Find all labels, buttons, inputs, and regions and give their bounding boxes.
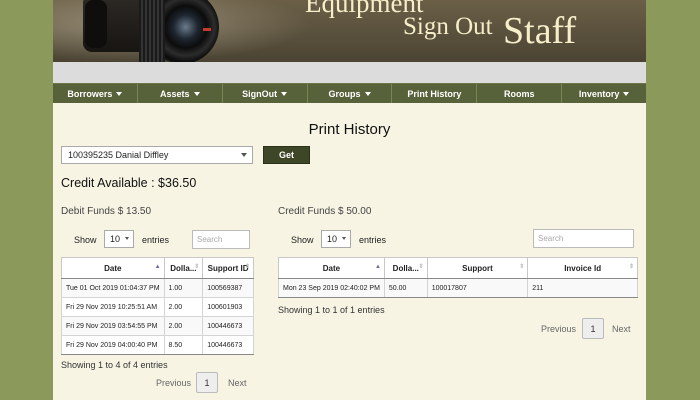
credit-show-label: Show bbox=[291, 235, 314, 245]
table-row: Fri 29 Nov 2019 03:54:55 PM 2.00 1004466… bbox=[61, 316, 254, 336]
sort-asc-icon: ▲ bbox=[154, 264, 161, 270]
nav-inventory[interactable]: Inventory bbox=[562, 84, 646, 103]
chevron-down-icon bbox=[125, 237, 129, 240]
sort-icon: ⇕ bbox=[244, 264, 250, 270]
banner-title-staff: Staff bbox=[503, 10, 577, 52]
credit-table-info: Showing 1 to 1 of 1 entries bbox=[278, 305, 385, 315]
page-title: Print History bbox=[308, 121, 391, 138]
sort-icon: ⇕ bbox=[628, 264, 634, 270]
credit-funds-title: Credit Funds $ 50.00 bbox=[278, 206, 372, 217]
chevron-down-icon bbox=[623, 91, 630, 96]
nav-print-history[interactable]: Print History bbox=[392, 84, 478, 103]
debit-search-input[interactable]: Search bbox=[192, 230, 250, 249]
header-subband bbox=[53, 62, 646, 83]
credit-available: Credit Available : $36.50 bbox=[61, 176, 197, 190]
column-header-date[interactable]: Date ▲ bbox=[278, 257, 385, 279]
sort-icon: ⇕ bbox=[519, 264, 525, 270]
credit-length-select[interactable]: 10 bbox=[321, 230, 351, 248]
sort-icon: ⇕ bbox=[194, 264, 200, 270]
page-container: Equipment Sign Out Staff Borrowers Asset… bbox=[53, 0, 646, 400]
debit-funds-title: Debit Funds $ 13.50 bbox=[61, 206, 152, 217]
debit-table: Date ▲ Dolla... ⇕ Support ID ⇕ Tue 01 Oct 2… bbox=[61, 257, 254, 355]
get-button[interactable]: Get bbox=[263, 146, 310, 164]
borrower-select[interactable]: 100395235 Danial Diffley bbox=[61, 146, 253, 164]
credit-next-button[interactable]: Next bbox=[612, 324, 631, 334]
chevron-down-icon bbox=[241, 153, 247, 157]
debit-length-select[interactable]: 10 bbox=[104, 230, 134, 248]
column-header-date[interactable]: Date ▲ bbox=[61, 257, 165, 279]
credit-page-button[interactable]: 1 bbox=[582, 318, 604, 339]
chevron-down-icon bbox=[116, 91, 123, 96]
credit-entries-label: entries bbox=[359, 235, 387, 245]
nav-assets[interactable]: Assets bbox=[138, 84, 223, 103]
sort-asc-icon: ▲ bbox=[374, 264, 381, 270]
banner-title-sign-out: Sign Out bbox=[403, 13, 493, 40]
table-row: Fri 29 Nov 2019 10:25:51 AM 2.00 1006019… bbox=[61, 297, 254, 317]
nav-groups[interactable]: Groups bbox=[308, 84, 393, 103]
column-header-support[interactable]: Support ⇕ bbox=[426, 257, 529, 279]
header-banner: Equipment Sign Out Staff bbox=[53, 0, 646, 62]
nav-borrowers[interactable]: Borrowers bbox=[53, 84, 138, 103]
column-header-support-id[interactable]: Support ID ⇕ bbox=[202, 257, 254, 279]
camera-logo-image bbox=[83, 0, 228, 62]
debit-next-button[interactable]: Next bbox=[228, 378, 247, 388]
table-row: Fri 29 Nov 2019 04:00:40 PM 8.50 1004466… bbox=[61, 335, 254, 355]
credit-previous-button[interactable]: Previous bbox=[541, 324, 576, 334]
column-header-dollars[interactable]: Dolla... ⇕ bbox=[163, 257, 204, 279]
chevron-down-icon bbox=[193, 91, 200, 96]
credit-search-input[interactable]: Search bbox=[533, 229, 634, 248]
column-header-dollars[interactable]: Dolla... ⇕ bbox=[383, 257, 428, 279]
table-row: Mon 23 Sep 2019 02:40:02 PM 50.00 100017… bbox=[278, 278, 638, 298]
sort-icon: ⇕ bbox=[418, 264, 424, 270]
nav-signout[interactable]: SignOut bbox=[223, 84, 308, 103]
debit-previous-button[interactable]: Previous bbox=[156, 378, 191, 388]
debit-table-info: Showing 1 to 4 of 4 entries bbox=[61, 360, 168, 370]
credit-table: Date ▲ Dolla... ⇕ Support ⇕ Invoice Id ⇕ Mon… bbox=[278, 257, 638, 298]
nav-rooms[interactable]: Rooms bbox=[477, 84, 563, 103]
chevron-down-icon bbox=[281, 91, 288, 96]
column-header-invoice-id[interactable]: Invoice Id ⇕ bbox=[527, 257, 638, 279]
debit-entries-label: entries bbox=[142, 235, 170, 245]
main-nav: Borrowers Assets SignOut Groups Print Hi… bbox=[53, 83, 646, 103]
chevron-down-icon bbox=[342, 237, 346, 240]
debit-page-button[interactable]: 1 bbox=[196, 372, 218, 393]
table-row: Tue 01 Oct 2019 01:04:37 PM 1.00 1005693… bbox=[61, 278, 254, 298]
chevron-down-icon bbox=[364, 91, 371, 96]
debit-show-label: Show bbox=[74, 235, 97, 245]
